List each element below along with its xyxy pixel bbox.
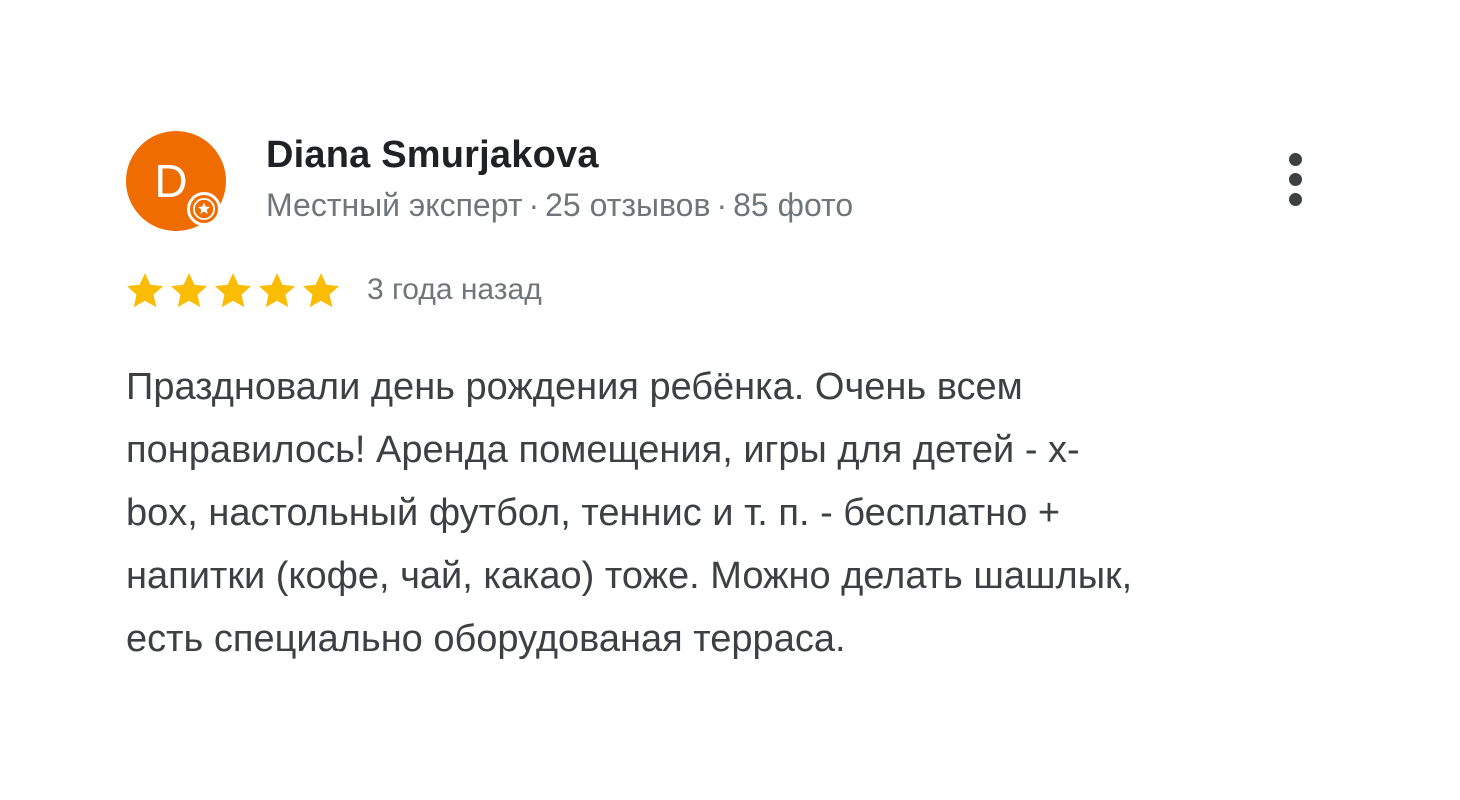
author-name[interactable]: Diana Smurjakova — [266, 134, 599, 177]
author-review-count: 25 отзывов — [545, 187, 711, 223]
star-icon — [302, 273, 340, 308]
review-text-line: понравилось! Аренда помещения, игры для … — [126, 429, 1080, 471]
star-icon — [126, 273, 164, 308]
star-icon — [170, 273, 208, 308]
star-icon — [214, 273, 252, 308]
local-guide-star-icon — [187, 192, 221, 226]
review-text: Праздновали день рождения ребёнка. Очень… — [126, 356, 1326, 671]
star-rating — [124, 270, 342, 312]
author-photo-count: 85 фото — [733, 187, 854, 223]
review-time: 3 года назад — [367, 273, 542, 306]
review-text-line: box, настольный футбол, теннис и т. п. -… — [126, 492, 1061, 534]
author-status: Местный эксперт — [266, 187, 523, 223]
star-icon — [258, 273, 296, 308]
review-card: D Diana Smurjakova Местный эксперт · 25 от… — [0, 0, 1460, 800]
review-text-line: есть специально оборудованая терраса. — [126, 618, 846, 660]
review-text-line: Праздновали день рождения ребёнка. Очень… — [126, 366, 1023, 408]
review-text-line: напитки (кофе, чай, какао) тоже. Можно д… — [126, 555, 1133, 597]
meta-separator: · — [528, 187, 540, 223]
more-options-button[interactable] — [1276, 150, 1316, 210]
meta-separator: · — [716, 187, 728, 223]
author-meta: Местный эксперт · 25 отзывов · 85 фото — [266, 187, 853, 224]
avatar-initial: D — [154, 155, 188, 207]
